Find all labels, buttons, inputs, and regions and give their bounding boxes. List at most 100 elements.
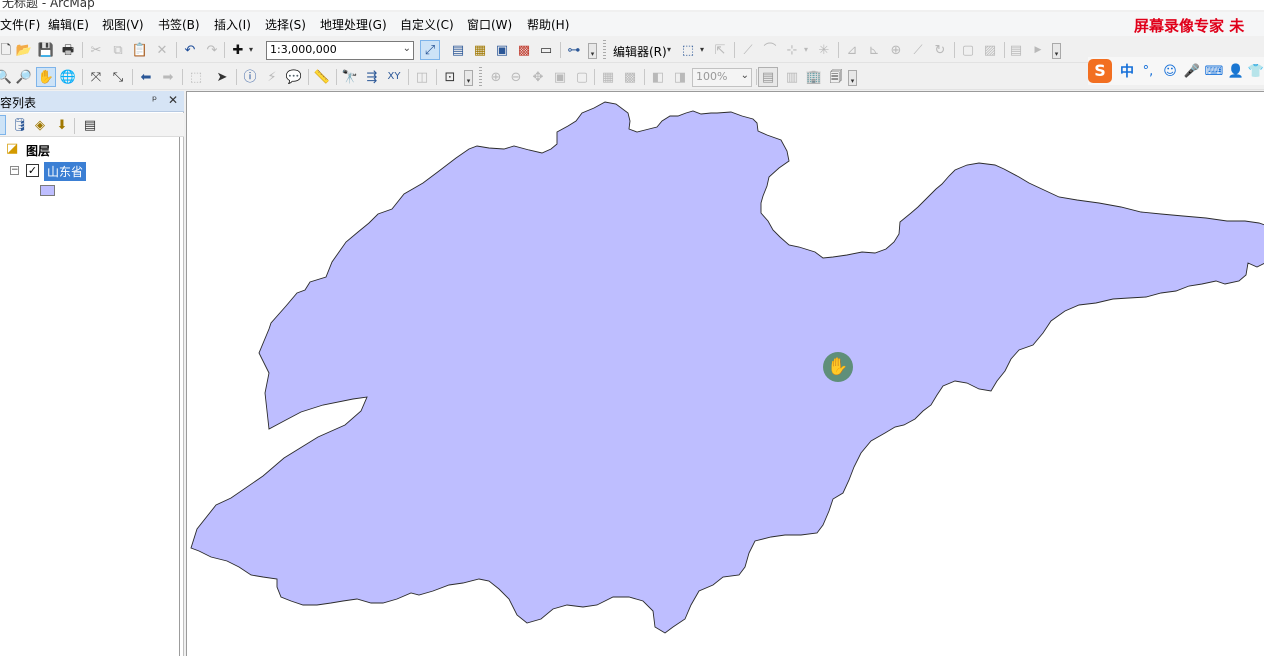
microphone-icon[interactable]: 🎤 (1182, 61, 1202, 81)
zoom-100-icon[interactable]: ▢ (572, 67, 592, 87)
identify-icon[interactable]: ⓘ (240, 67, 260, 87)
cut-polygons-icon[interactable]: ⊕ (886, 40, 906, 60)
select-by-graphics-icon[interactable]: ⬚ (186, 67, 206, 87)
point-tool-icon[interactable]: ⊹ (782, 40, 802, 60)
menu-selection[interactable]: 选择(S) (265, 16, 306, 33)
fixed-zoom-in-icon[interactable]: ⤧ (86, 67, 106, 87)
find-route-icon[interactable]: ⇶ (362, 67, 382, 87)
menu-view[interactable]: 视图(V) (102, 16, 144, 33)
split-tool-icon[interactable]: ⟋ (908, 40, 928, 60)
paste-icon[interactable]: 📋 (130, 40, 150, 60)
collapse-icon[interactable]: − (10, 166, 19, 175)
list-by-source-icon[interactable]: 🛢 (10, 115, 30, 135)
undo-icon[interactable]: ↶ (180, 40, 200, 60)
zoom-in-icon[interactable]: 🔍 (0, 67, 14, 87)
layout-forward-icon[interactable]: ◨ (670, 67, 690, 87)
layer-name[interactable]: 山东省 (44, 162, 87, 181)
edit-tool-icon[interactable]: ⬚ (678, 40, 698, 60)
copy-icon[interactable]: ⧉ (108, 40, 128, 60)
layer-symbol-row[interactable] (40, 183, 80, 199)
full-extent-icon[interactable]: 🌐 (58, 67, 78, 87)
menu-edit[interactable]: 编辑(E) (48, 16, 89, 33)
data-frame-row[interactable]: ◪ 图层 (6, 141, 176, 159)
cut-icon[interactable]: ✂ (86, 40, 106, 60)
straight-segment-icon[interactable]: ⟋ (738, 40, 758, 60)
editor-toolbar-icon[interactable]: ⤢ (420, 40, 440, 60)
print-icon[interactable]: 🖶 (58, 40, 78, 60)
fixed-zoom-in-layout-icon[interactable]: ▦ (598, 67, 618, 87)
options-icon[interactable]: ▤ (80, 115, 100, 135)
close-icon[interactable]: ✕ (168, 93, 178, 107)
menu-file[interactable]: 文件(F) (0, 16, 40, 33)
catalog-icon[interactable]: ▦ (470, 40, 490, 60)
pan-icon[interactable]: ✋ (36, 67, 56, 87)
html-popup-icon[interactable]: 💬 (284, 67, 304, 87)
measure-icon[interactable]: 📏 (312, 67, 332, 87)
python-window-icon[interactable]: ▭ (536, 40, 556, 60)
save-icon[interactable]: 💾 (36, 40, 56, 60)
list-by-visibility-icon[interactable]: ◈ (30, 115, 50, 135)
layer-visibility-checkbox[interactable]: ✓ (26, 164, 39, 177)
toolbar-overflow-icon[interactable]: ▾ (464, 70, 473, 86)
table-of-contents-icon[interactable]: ▤ (448, 40, 468, 60)
midpoint-icon[interactable]: ✳ (814, 40, 834, 60)
open-icon[interactable]: 📂 (14, 40, 34, 60)
go-back-icon[interactable]: ⬅ (136, 67, 156, 87)
punctuation-icon[interactable]: °, (1138, 61, 1158, 81)
map-scale-combo[interactable]: 1:3,000,000 ⌄ (266, 41, 414, 60)
layer-row[interactable]: − ✓ 山东省 (10, 161, 180, 181)
user-icon[interactable]: 👤 (1226, 61, 1246, 81)
arc-segment-icon[interactable]: ⌒ (760, 40, 780, 60)
reshape-icon[interactable]: ⊾ (864, 40, 884, 60)
list-by-selection-icon[interactable]: ⬇ (52, 115, 72, 135)
shandong-province-polygon[interactable] (190, 101, 1264, 634)
fixed-zoom-out-icon[interactable]: ⤡ (108, 67, 128, 87)
rotate-icon[interactable]: ↻ (930, 40, 950, 60)
editor-dropdown-icon[interactable]: ▾ (664, 40, 674, 60)
search-window-icon[interactable]: ▣ (492, 40, 512, 60)
attributes-icon[interactable]: ▢ (958, 40, 978, 60)
layout-zoom-combo[interactable]: 100% ⌄ (692, 68, 752, 87)
go-forward-icon[interactable]: ➡ (158, 67, 178, 87)
editor-menu[interactable]: 编辑器(R) (613, 43, 667, 60)
edit-vertices-icon[interactable]: ⊿ (842, 40, 862, 60)
arctoolbox-icon[interactable]: ▩ (514, 40, 534, 60)
toolbar-overflow-icon[interactable]: ▾ (1052, 43, 1061, 59)
fixed-zoom-out-layout-icon[interactable]: ▩ (620, 67, 640, 87)
menu-geoprocessing[interactable]: 地理处理(G) (320, 16, 387, 33)
toolbar-grip[interactable] (479, 67, 482, 87)
emoji-icon[interactable]: ☺ (1160, 61, 1180, 81)
create-features-icon[interactable]: ▤ (1006, 40, 1026, 60)
skin-icon[interactable]: 👕 (1246, 61, 1264, 81)
point-tool-dropdown-icon[interactable]: ▾ (801, 40, 811, 60)
add-data-dropdown-icon[interactable]: ▾ (246, 40, 256, 60)
list-by-drawing-order-icon[interactable]: ⋮ (0, 115, 6, 135)
toolbar-overflow-icon[interactable]: ▾ (588, 43, 597, 59)
zoom-out-icon[interactable]: 🔎 (14, 67, 34, 87)
sketch-properties-icon[interactable]: ▨ (980, 40, 1000, 60)
zoom-whole-page-icon[interactable]: ▣ (550, 67, 570, 87)
menu-bookmarks[interactable]: 书签(B) (158, 16, 200, 33)
more-tools-arrow-icon[interactable]: ▶ (1028, 40, 1048, 60)
layout-pan-icon[interactable]: ✥ (528, 67, 548, 87)
add-data-icon[interactable]: ✚ (228, 40, 248, 60)
select-elements-icon[interactable]: ➤ (212, 67, 232, 87)
menu-help[interactable]: 帮助(H) (527, 16, 569, 33)
toggle-draft-mode-icon[interactable]: ▤ (758, 67, 778, 87)
time-slider-icon[interactable]: ◫ (412, 67, 432, 87)
map-canvas[interactable] (187, 92, 1264, 656)
map-display[interactable]: ✋ (186, 91, 1264, 656)
toolbar-overflow-icon[interactable]: ▾ (848, 70, 857, 86)
keyboard-icon[interactable]: ⌨ (1204, 61, 1224, 81)
sogou-logo-icon[interactable]: S (1088, 59, 1112, 83)
delete-icon[interactable]: ✕ (152, 40, 172, 60)
redo-icon[interactable]: ↷ (202, 40, 222, 60)
menu-windows[interactable]: 窗口(W) (467, 16, 512, 33)
data-driven-pages-icon[interactable]: 🗐 (826, 67, 846, 87)
toolbar-grip[interactable] (603, 40, 606, 60)
layout-zoom-in-icon[interactable]: ⊕ (486, 67, 506, 87)
menu-insert[interactable]: 插入(I) (214, 16, 251, 33)
menu-customize[interactable]: 自定义(C) (400, 16, 454, 33)
edit-annotation-icon[interactable]: ⇱ (710, 40, 730, 60)
focus-data-frame-icon[interactable]: ▥ (782, 67, 802, 87)
